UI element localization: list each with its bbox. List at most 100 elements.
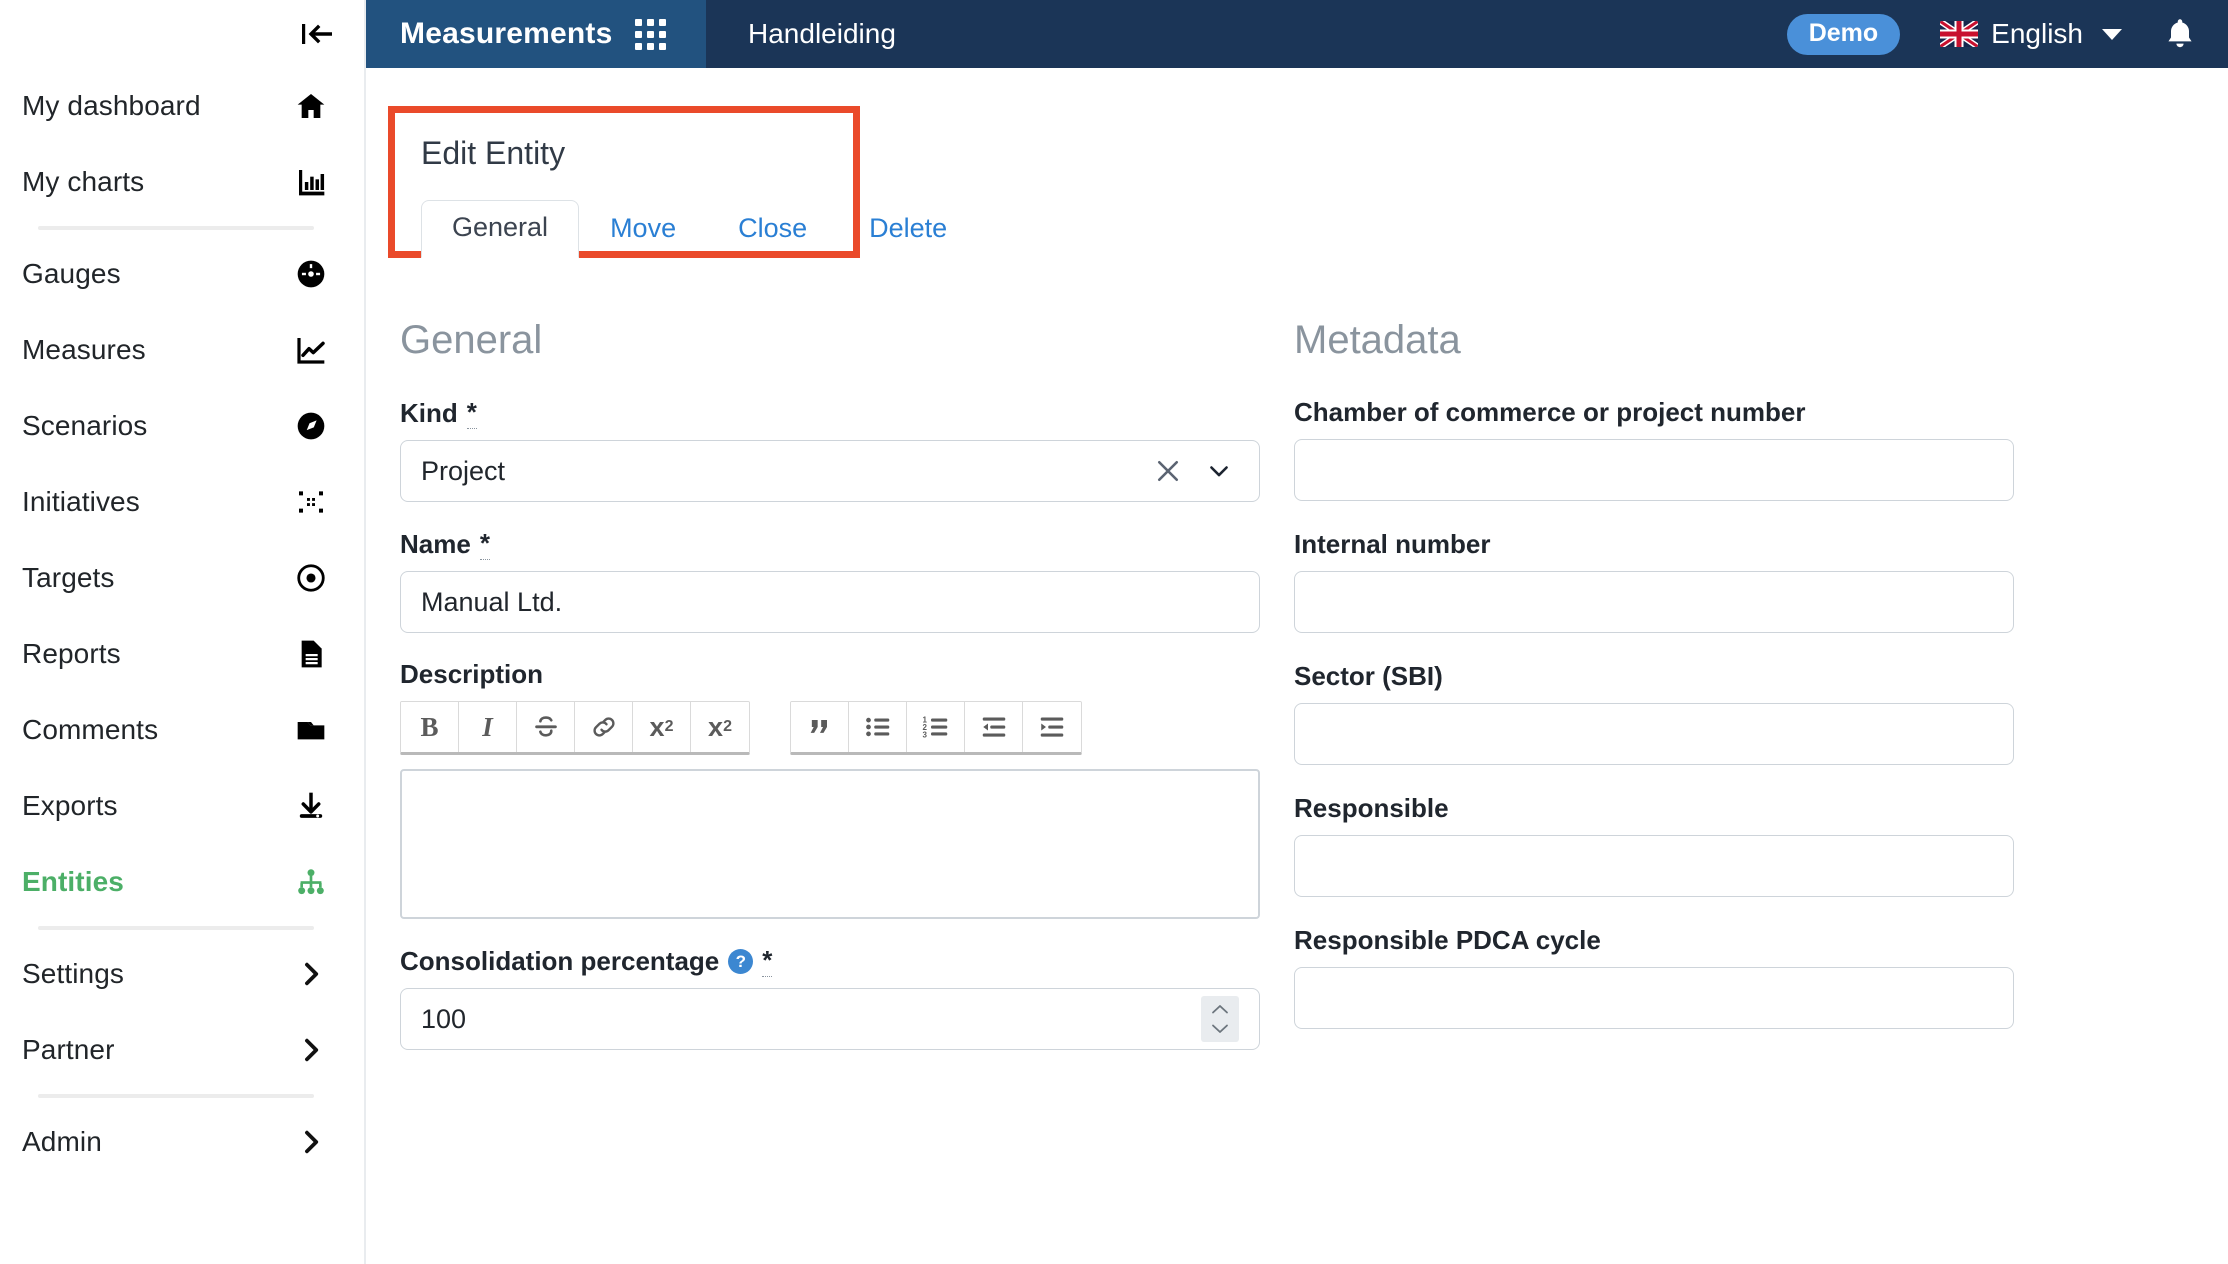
sidebar-item-exports[interactable]: Exports <box>0 768 364 844</box>
strikethrough-icon[interactable] <box>517 702 575 752</box>
apps-grid-icon[interactable] <box>634 18 666 50</box>
consolidation-percentage-input[interactable]: 100 <box>400 988 1260 1050</box>
name-input[interactable]: Manual Ltd. <box>400 571 1260 633</box>
sidebar-divider <box>38 226 314 230</box>
kind-select[interactable]: Project <box>400 440 1260 502</box>
sidebar-item-settings[interactable]: Settings <box>0 936 364 1012</box>
link-icon[interactable] <box>575 702 633 752</box>
field-internal-number-label: Internal number <box>1294 529 1491 559</box>
sidebar-item-initiatives[interactable]: Initiatives <box>0 464 364 540</box>
top-bar: Measurements Handleiding Demo English <box>366 0 2228 68</box>
folder-open-icon <box>294 713 328 747</box>
chevron-right-icon <box>294 957 328 991</box>
download-icon <box>294 789 328 823</box>
field-kind: Kind * Project <box>400 397 1260 502</box>
sidebar-item-label: Comments <box>22 714 159 745</box>
sidebar-item-gauges[interactable]: Gauges <box>0 236 364 312</box>
tab-move[interactable]: Move <box>579 201 707 258</box>
sidebar-divider <box>38 926 314 930</box>
field-sector-label: Sector (SBI) <box>1294 661 1443 691</box>
help-question-icon[interactable]: ? <box>728 948 754 974</box>
page-title: Edit Entity <box>421 135 566 171</box>
sidebar-item-measures[interactable]: Measures <box>0 312 364 388</box>
field-responsible-pdca-cycle: Responsible PDCA cycle <box>1294 925 2228 1029</box>
top-nav: Handleiding <box>706 0 896 68</box>
chevron-right-icon <box>294 1033 328 1067</box>
required-marker: * <box>762 945 773 977</box>
rte-group-inline: B I x 2 x 2 <box>400 701 750 755</box>
required-marker: * <box>479 528 490 560</box>
language-selector[interactable]: English <box>1940 18 2122 50</box>
compass-icon <box>294 409 328 443</box>
superscript-icon[interactable]: x2 <box>633 702 691 752</box>
kind-select-value: Project <box>421 455 506 486</box>
sidebar-item-scenarios[interactable]: Scenarios <box>0 388 364 464</box>
field-chamber-label: Chamber of commerce or project number <box>1294 397 1806 427</box>
bell-icon[interactable] <box>2162 15 2198 53</box>
close-x-icon[interactable] <box>1153 456 1183 486</box>
sidebar-divider <box>38 1094 314 1098</box>
brand-block[interactable]: Measurements <box>366 0 706 68</box>
outdent-icon[interactable] <box>965 702 1023 752</box>
bold-icon[interactable]: B <box>401 702 459 752</box>
sidebar-item-reports[interactable]: Reports <box>0 616 364 692</box>
blockquote-icon[interactable] <box>791 702 849 752</box>
sitemap-icon <box>294 865 328 899</box>
responsible-pdca-input[interactable] <box>1294 967 2014 1029</box>
indent-icon[interactable] <box>1023 702 1081 752</box>
bulleted-list-icon[interactable] <box>849 702 907 752</box>
demo-badge[interactable]: Demo <box>1786 13 1901 55</box>
uk-flag-icon <box>1940 21 1979 47</box>
sidebar-item-admin[interactable]: Admin <box>0 1104 364 1180</box>
chevron-down-icon <box>2102 28 2122 40</box>
app-root: My dashboard My charts Gauges Measures S… <box>0 0 2228 1264</box>
target-dot-icon <box>294 561 328 595</box>
general-heading: General <box>400 318 543 362</box>
sidebar-item-entities[interactable]: Entities <box>0 844 364 920</box>
sidebar-item-label: Initiatives <box>22 486 140 517</box>
field-consolidation-percentage: Consolidation percentage ? * 100 <box>400 945 1260 1050</box>
numbered-list-icon[interactable]: 1 2 3 <box>907 702 965 752</box>
description-textarea[interactable] <box>400 769 1260 919</box>
field-responsible-label: Responsible <box>1294 793 1449 823</box>
sidebar-item-label: Admin <box>22 1126 102 1157</box>
sidebar-item-label: Scenarios <box>22 410 148 441</box>
sidebar-item-label: Entities <box>22 866 124 897</box>
italic-icon[interactable]: I <box>459 702 517 752</box>
field-consolidation-label-text: Consolidation percentage <box>400 945 720 976</box>
home-icon <box>294 89 328 123</box>
gauge-icon <box>294 257 328 291</box>
chevron-down-icon[interactable] <box>1205 457 1233 485</box>
required-marker: * <box>466 397 477 429</box>
tab-delete[interactable]: Delete <box>838 201 978 258</box>
sidebar-item-label: Settings <box>22 958 124 989</box>
number-spinner-icon[interactable] <box>1201 996 1239 1042</box>
sidebar-item-targets[interactable]: Targets <box>0 540 364 616</box>
bar-chart-icon <box>294 165 328 199</box>
internal-number-input[interactable] <box>1294 571 2014 633</box>
sidebar-item-my-dashboard[interactable]: My dashboard <box>0 68 364 144</box>
tab-general[interactable]: General <box>421 200 580 258</box>
chamber-of-commerce-input[interactable] <box>1294 439 2014 501</box>
sidebar-collapse-row <box>0 0 364 68</box>
subscript-icon[interactable]: x2 <box>691 702 749 752</box>
sidebar-nav: My dashboard My charts Gauges Measures S… <box>0 68 364 1180</box>
field-internal-number: Internal number <box>1294 529 2228 633</box>
edit-entity-panel: Edit Entity General Move Close Delete <box>388 106 947 258</box>
field-description-label: Description <box>400 659 1260 690</box>
sidebar-item-comments[interactable]: Comments <box>0 692 364 768</box>
sidebar-item-label: Targets <box>22 562 115 593</box>
sidebar-item-label: Measures <box>22 334 146 365</box>
tab-close[interactable]: Close <box>707 201 838 258</box>
sidebar-item-partner[interactable]: Partner <box>0 1012 364 1088</box>
sidebar-item-label: Exports <box>22 790 118 821</box>
field-description: Description B I x 2 x 2 1 2 3 <box>400 659 1260 919</box>
field-kind-label-text: Kind <box>400 397 458 428</box>
sidebar-item-my-charts[interactable]: My charts <box>0 144 364 220</box>
responsible-input[interactable] <box>1294 835 2014 897</box>
sector-sbi-input[interactable] <box>1294 703 2014 765</box>
sidebar-item-label: My dashboard <box>22 90 201 121</box>
field-responsible-pdca-label: Responsible PDCA cycle <box>1294 925 1601 955</box>
top-nav-item-handleiding[interactable]: Handleiding <box>748 18 896 50</box>
collapse-left-icon[interactable] <box>298 14 338 54</box>
